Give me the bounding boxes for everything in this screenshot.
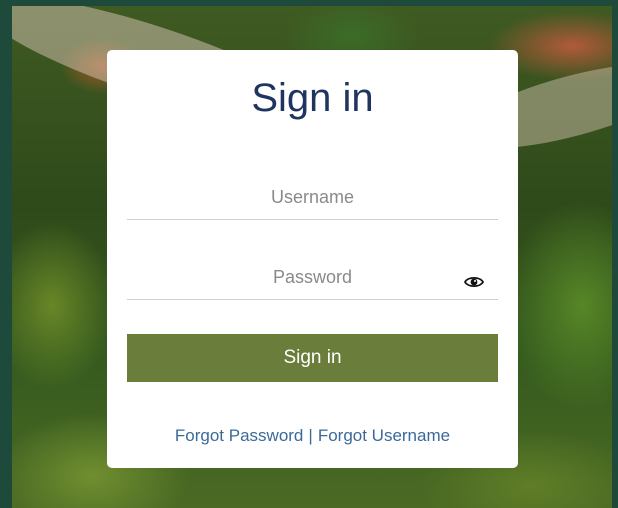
recovery-links: Forgot Password | Forgot Username <box>107 426 518 446</box>
page-title: Sign in <box>251 76 374 120</box>
username-field-wrapper <box>127 176 498 220</box>
username-input[interactable] <box>127 176 498 219</box>
password-field-wrapper <box>127 256 498 300</box>
signin-button[interactable]: Sign in <box>127 334 498 382</box>
forgot-password-link[interactable]: Forgot Password <box>175 426 304 445</box>
password-input[interactable] <box>127 256 498 299</box>
signin-card: Sign in Sign in Forgot Password| Forgot U… <box>107 50 518 468</box>
eye-icon[interactable] <box>463 274 485 290</box>
link-separator: | <box>308 426 313 445</box>
forgot-username-link[interactable]: Forgot Username <box>318 426 450 445</box>
